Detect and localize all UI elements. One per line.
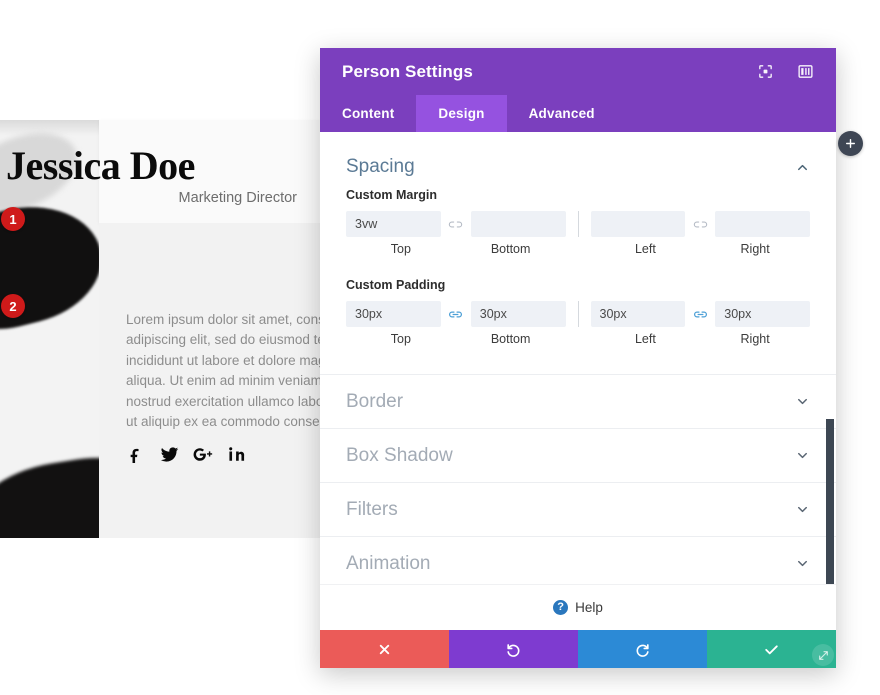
custom-padding-inputs [346, 301, 810, 327]
custom-padding-label: Custom Padding [346, 278, 446, 292]
modal-body: Spacing Custom Margin 3vw Top Bottom Lef… [320, 132, 836, 584]
callout-badge-2: 2 [1, 294, 25, 318]
padding-left-input[interactable] [590, 301, 686, 327]
section-animation[interactable]: Animation [320, 536, 836, 584]
person-name: Jessica Doe [6, 143, 195, 188]
section-box-shadow[interactable]: Box Shadow [320, 428, 836, 482]
photo-dark-shape-bottom [0, 447, 99, 538]
section-box-shadow-title: Box Shadow [346, 444, 453, 466]
modal-resize-handle[interactable] [812, 644, 834, 666]
close-x-icon [379, 644, 390, 654]
custom-padding-group: Custom Padding 30px 30px 30px 30px Top B… [320, 278, 836, 346]
margin-top-bottom-pair [346, 211, 566, 237]
modal-scroll-area: Spacing Custom Margin 3vw Top Bottom Lef… [320, 132, 836, 584]
padding-top-input[interactable] [346, 301, 441, 327]
undo-arrow-icon [507, 643, 520, 657]
modal-scrollbar-thumb[interactable] [826, 419, 834, 584]
margin-right-label: Right [740, 242, 770, 256]
margin-bottom-input[interactable] [470, 211, 566, 237]
padding-bottom-input[interactable] [470, 301, 566, 327]
facebook-icon[interactable] [125, 444, 145, 464]
padding-right-input[interactable] [715, 301, 810, 327]
section-filters[interactable]: Filters [320, 482, 836, 536]
diagonal-resize-icon [818, 650, 828, 660]
padding-right-label: Right [740, 332, 770, 346]
custom-margin-field-labels: Top Bottom Left Right [346, 242, 810, 256]
section-animation-title: Animation [346, 552, 431, 574]
help-label: Help [575, 600, 603, 615]
margin-left-input[interactable] [590, 211, 686, 237]
help-bar[interactable]: ? Help [320, 584, 836, 630]
cancel-button[interactable] [320, 630, 449, 668]
margin-bottom-label: Bottom [490, 242, 531, 256]
section-filters-title: Filters [346, 498, 398, 520]
margin-vertical-link-toggle[interactable] [441, 211, 471, 237]
padding-left-label: Left [634, 332, 656, 346]
padding-group-divider [577, 301, 579, 327]
custom-margin-inputs [346, 211, 810, 237]
focus-target-icon[interactable] [756, 63, 774, 81]
chevron-down-icon[interactable] [795, 394, 810, 409]
redo-arrow-icon [636, 643, 649, 657]
margin-left-label: Left [634, 242, 656, 256]
redo-button[interactable] [578, 630, 707, 668]
person-settings-modal: Person Settings Content Design Advanced [320, 48, 836, 668]
padding-top-bottom-pair [346, 301, 566, 327]
modal-title: Person Settings [342, 61, 473, 81]
modal-tab-bar: Content Design Advanced [320, 95, 836, 132]
tab-content[interactable]: Content [320, 95, 416, 132]
custom-padding-field-labels: Top Bottom Left Right [346, 332, 810, 346]
modal-footer [320, 630, 836, 668]
chevron-down-icon[interactable] [795, 448, 810, 463]
add-module-button[interactable] [838, 131, 863, 156]
tab-design[interactable]: Design [416, 95, 507, 132]
margin-right-input[interactable] [715, 211, 810, 237]
person-role: Marketing Director [178, 190, 297, 206]
spacing-section-title: Spacing [346, 156, 415, 177]
margin-left-right-pair [590, 211, 810, 237]
chevron-down-icon[interactable] [795, 556, 810, 571]
linkedin-icon[interactable] [227, 444, 247, 464]
modal-header: Person Settings [320, 48, 836, 95]
collapsed-sections-list: Border Box Shadow Filters Animation [320, 374, 836, 584]
twitter-icon[interactable] [159, 444, 179, 464]
chevron-up-icon[interactable] [795, 160, 810, 175]
chevron-down-icon[interactable] [795, 502, 810, 517]
layout-panel-icon[interactable] [796, 63, 814, 81]
padding-top-label: Top [390, 332, 411, 346]
person-name-card: Jessica Doe Marketing Director [6, 120, 320, 223]
callout-badge-1: 1 [1, 207, 25, 231]
spacing-section-header[interactable]: Spacing [320, 132, 836, 188]
question-mark-icon: ? [553, 600, 569, 615]
custom-margin-group: Custom Margin 3vw Top Bottom Left Right [320, 188, 836, 256]
tab-advanced[interactable]: Advanced [507, 95, 617, 132]
margin-top-label: Top [390, 242, 411, 256]
section-border[interactable]: Border [320, 374, 836, 428]
undo-button[interactable] [449, 630, 578, 668]
social-links-row [125, 444, 247, 464]
padding-horizontal-link-toggle[interactable] [685, 301, 715, 327]
padding-vertical-link-toggle[interactable] [441, 301, 471, 327]
googleplus-icon[interactable] [193, 444, 213, 464]
plus-icon [846, 139, 855, 148]
padding-bottom-label: Bottom [490, 332, 531, 346]
margin-top-input[interactable] [346, 211, 441, 237]
margin-horizontal-link-toggle[interactable] [685, 211, 715, 237]
checkmark-icon [765, 644, 778, 654]
padding-left-right-pair [590, 301, 810, 327]
modal-header-actions [756, 63, 814, 81]
person-bio-block: Lorem ipsum dolor sit amet, consectetur … [99, 223, 366, 538]
section-border-title: Border [346, 390, 404, 412]
photo-top-shadow [0, 120, 99, 136]
custom-margin-label: Custom Margin [346, 188, 437, 202]
margin-group-divider [577, 211, 579, 237]
